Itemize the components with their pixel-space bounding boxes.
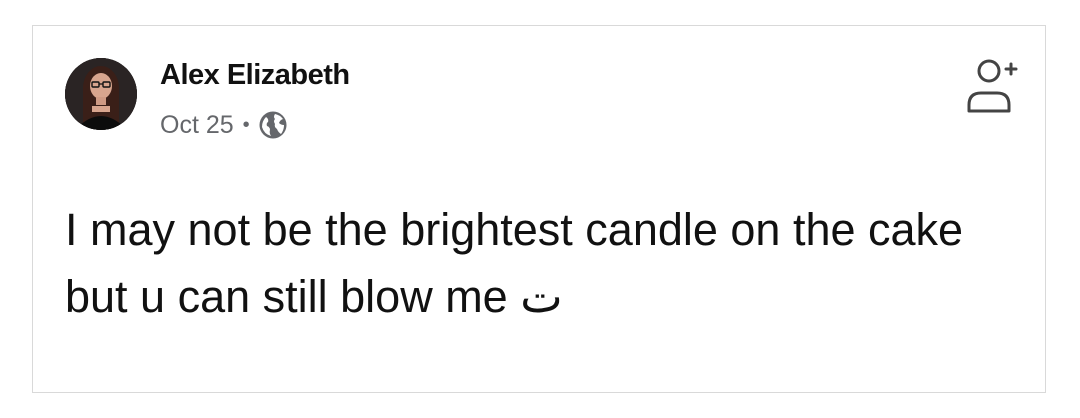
- post-card: Alex Elizabeth Oct 25 • I may not be the…: [32, 25, 1046, 393]
- avatar[interactable]: [65, 58, 137, 130]
- globe-icon: [258, 110, 288, 140]
- post-meta: Oct 25 •: [160, 108, 288, 142]
- author-name[interactable]: Alex Elizabeth: [160, 59, 350, 92]
- meta-separator: •: [242, 114, 250, 136]
- add-friend-button[interactable]: [957, 52, 1021, 116]
- add-friend-icon: [967, 59, 1018, 113]
- post-text: I may not be the brightest candle on the…: [65, 204, 964, 322]
- avatar-image: [65, 58, 137, 130]
- post-date[interactable]: Oct 25: [160, 111, 234, 140]
